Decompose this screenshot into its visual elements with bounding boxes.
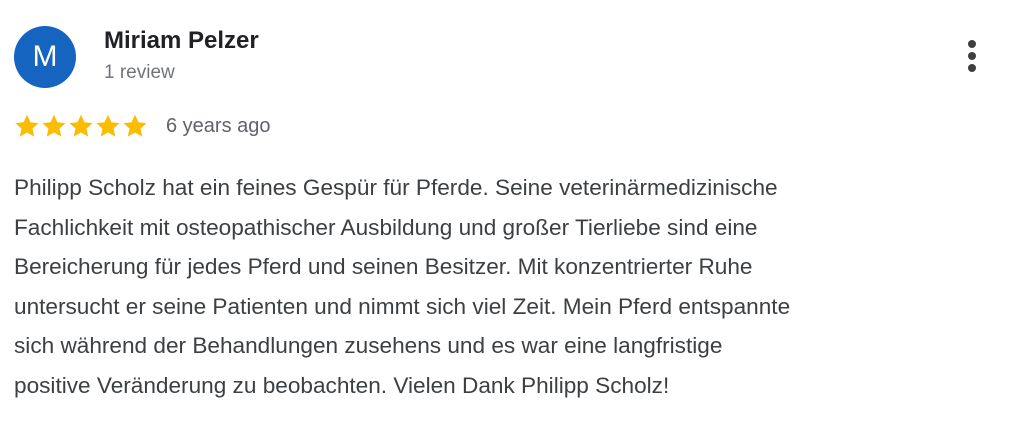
review-text-line: Philipp Scholz hat ein feines Gespür für…: [14, 175, 778, 200]
more-vert-icon: [968, 40, 976, 48]
more-options-button[interactable]: [956, 36, 988, 76]
review-text-line: Fachlichkeit mit osteopathischer Ausbild…: [14, 214, 758, 240]
review-text-line: untersucht er seine Patienten und nimmt …: [14, 293, 791, 319]
star-icon: [69, 114, 93, 137]
more-vert-icon-dot: [968, 64, 976, 72]
more-vert-icon-dot: [968, 52, 976, 60]
star-icon: [123, 114, 147, 137]
star-rating: [14, 112, 148, 140]
review-text: Philipp Scholz hat ein feines Gespür für…: [14, 168, 999, 405]
review-text-line: Bereicherung für jedes Pferd und seinen …: [14, 254, 753, 279]
star-icon: [96, 114, 120, 137]
reviewer-name[interactable]: Miriam Pelzer: [104, 26, 259, 56]
review-text-line: positive Veränderung zu beobachten. Viel…: [14, 372, 670, 398]
review-count: 1 review: [104, 62, 175, 83]
avatar[interactable]: M: [14, 26, 76, 88]
review-text-line: sich während der Behandlungen zusehens u…: [14, 333, 723, 358]
star-icon: [42, 114, 66, 137]
star-icon: [15, 114, 39, 137]
review-date: 6 years ago: [166, 115, 271, 137]
